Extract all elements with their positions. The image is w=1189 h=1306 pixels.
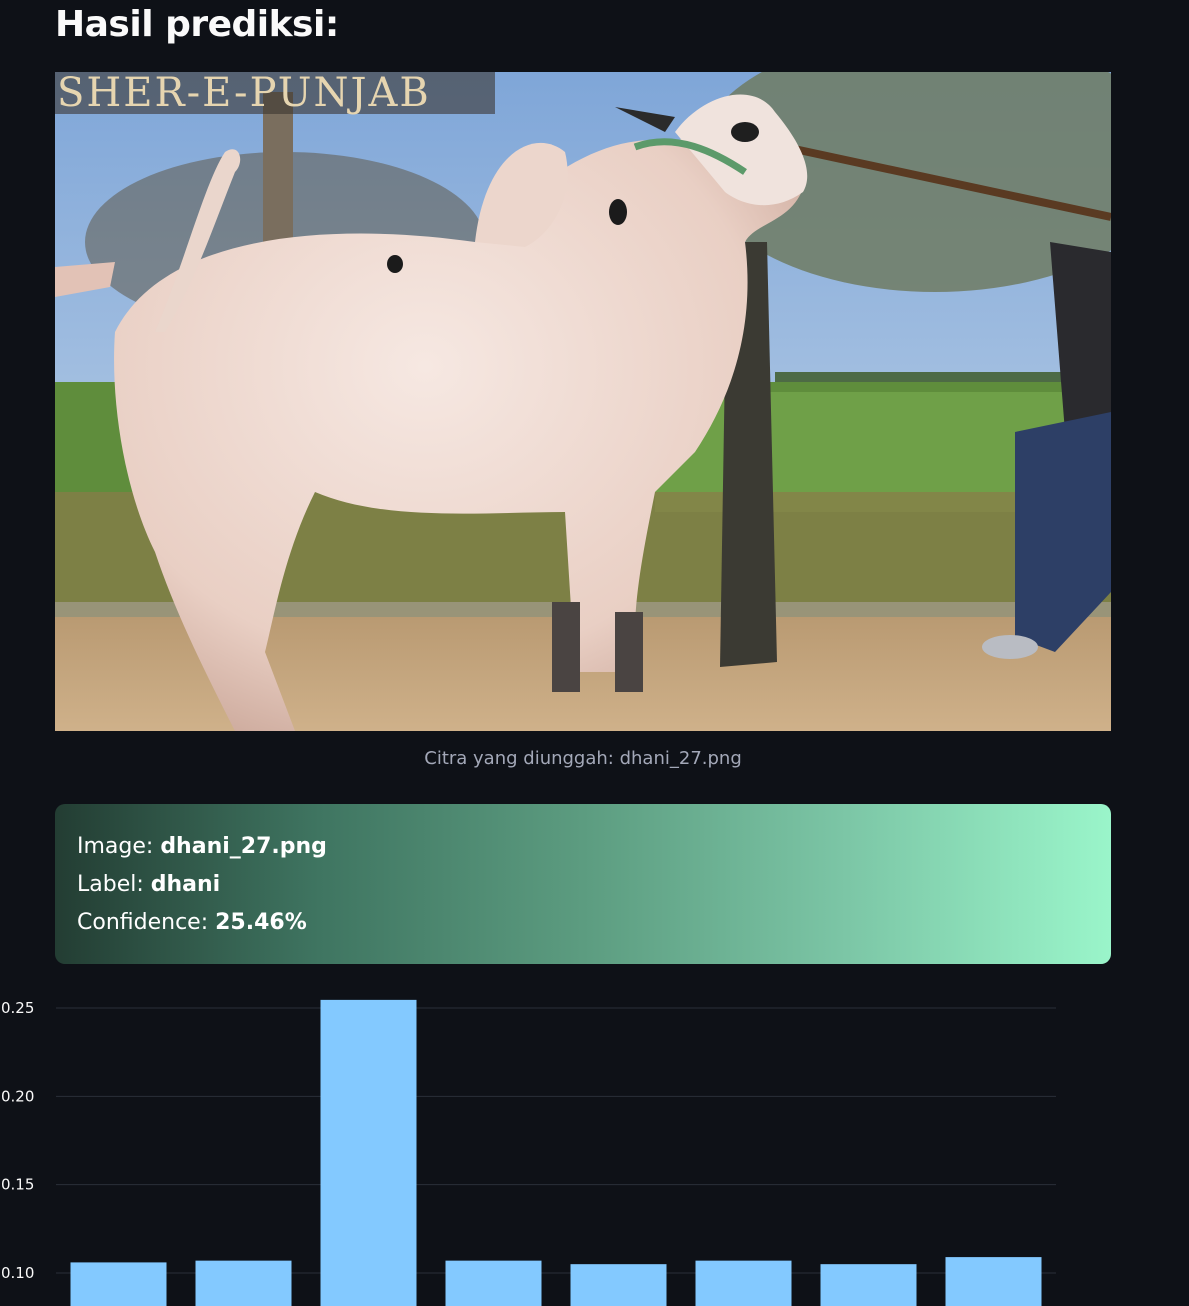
result-confidence-row: Confidence: 25.46% (77, 904, 1089, 942)
bar-c2[interactable] (195, 1260, 292, 1306)
y-tick-label: 0.20 (1, 1087, 34, 1105)
result-image-label: Image: (77, 834, 161, 859)
result-label-value: dhani (150, 872, 221, 897)
bar-c8[interactable] (945, 1257, 1042, 1306)
result-confidence-label: Confidence: (77, 910, 216, 935)
image-overlay-text: SHER-E-PUNJAB (57, 72, 431, 116)
y-tick-label: 0.25 (1, 999, 34, 1017)
bar-c1[interactable] (70, 1262, 167, 1306)
y-tick-label: 0.15 (1, 1176, 34, 1194)
prediction-result-card: Image: dhani_27.png Label: dhani Confide… (55, 804, 1111, 964)
uploaded-image: SHER-E-PUNJAB (55, 72, 1111, 731)
bar-c3[interactable] (320, 999, 417, 1306)
page-title: Hasil prediksi: (55, 4, 339, 45)
result-confidence-value: 25.46% (215, 910, 307, 935)
image-caption: Citra yang diunggah: dhani_27.png (424, 748, 742, 769)
bar-c4[interactable] (445, 1260, 542, 1306)
result-label-row: Label: dhani (77, 866, 1089, 904)
result-image-value: dhani_27.png (160, 834, 327, 859)
bar-c5[interactable] (570, 1264, 667, 1306)
chart-svg: 0.25 0.20 0.15 0.10 (1, 999, 1056, 1306)
confidence-bar-chart: 0.25 0.20 0.15 0.10 (0, 980, 1134, 1306)
bar-c6[interactable] (695, 1260, 792, 1306)
bar-c7[interactable] (820, 1264, 917, 1306)
y-tick-label: 0.10 (1, 1264, 34, 1282)
result-image-row: Image: dhani_27.png (77, 828, 1089, 866)
result-label-label: Label: (77, 872, 151, 897)
cow-photo-illustration: SHER-E-PUNJAB (55, 72, 1111, 731)
